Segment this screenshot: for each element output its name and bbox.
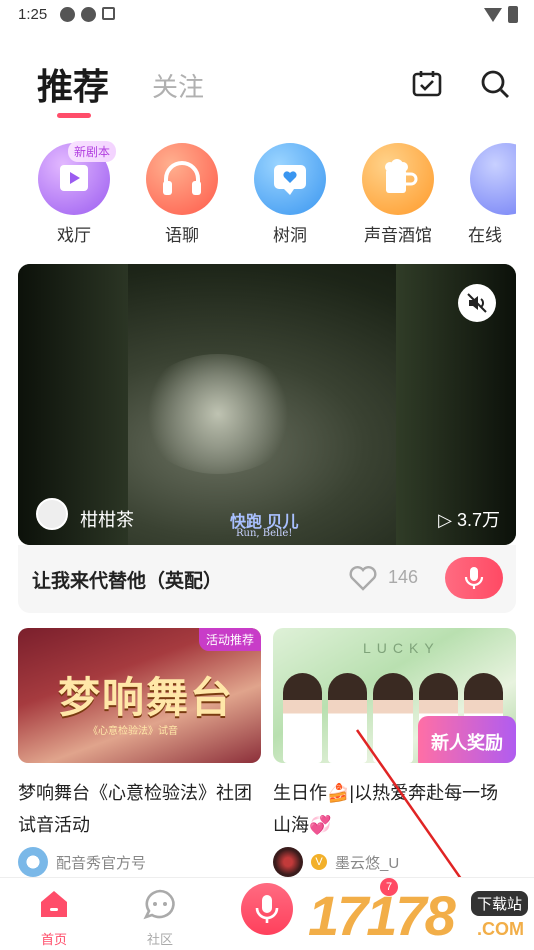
microphone-icon bbox=[255, 895, 279, 923]
avatar bbox=[273, 847, 303, 877]
avatar bbox=[18, 847, 48, 877]
status-bar: 1:25 bbox=[0, 0, 534, 30]
thumb-title: 梦响舞台 bbox=[58, 673, 235, 722]
video-frame-left bbox=[18, 264, 128, 545]
thumb-subtitle: 《心意检验法》试音 bbox=[88, 726, 178, 737]
watermark-domain: .COM bbox=[477, 919, 524, 939]
search-icon[interactable] bbox=[480, 69, 510, 99]
nav-home[interactable]: 首页 bbox=[14, 888, 94, 948]
status-time: 1:25 bbox=[18, 6, 48, 23]
microphone-icon bbox=[464, 567, 484, 589]
category-label: 语聊 bbox=[165, 226, 199, 245]
feed-title: 梦响舞台《心意检验法》社团试音活动 bbox=[18, 783, 252, 835]
author-name: 配音秀官方号 bbox=[56, 854, 147, 872]
beer-icon bbox=[362, 143, 434, 215]
feed-thumbnail: 梦响舞台 《心意检验法》试音 活动推荐 bbox=[18, 628, 261, 763]
feed-author[interactable]: 配音秀官方号 bbox=[18, 847, 261, 877]
battery-icon bbox=[508, 6, 518, 23]
video-smoke bbox=[138, 354, 298, 474]
new-script-badge: 新剧本 bbox=[68, 141, 117, 162]
video-subtitle-en: Run, Belle! bbox=[236, 528, 293, 539]
like-count: 146 bbox=[388, 567, 419, 587]
notification-icon bbox=[102, 7, 115, 20]
featured-video[interactable]: 柑柑茶 快跑 贝儿 Run, Belle! ▷ 3.7万 bbox=[18, 264, 516, 545]
chat-bubble-icon bbox=[143, 889, 175, 920]
nav-label: 社区 bbox=[146, 932, 173, 947]
notification-icon bbox=[60, 7, 75, 22]
category-voice-tavern[interactable]: 声音酒馆 bbox=[348, 143, 448, 246]
speaker-muted-icon bbox=[467, 293, 487, 313]
play-count: ▷ 3.7万 bbox=[438, 510, 500, 530]
home-icon bbox=[41, 891, 67, 917]
category-voice-chat[interactable]: 语聊 bbox=[132, 143, 232, 246]
tab-recommend[interactable]: 推荐 bbox=[37, 58, 109, 110]
wifi-icon bbox=[484, 7, 502, 22]
category-label: 戏厅 bbox=[57, 226, 91, 245]
category-label: 树洞 bbox=[273, 226, 307, 245]
record-button[interactable] bbox=[241, 883, 293, 935]
status-notification-icons bbox=[60, 7, 115, 22]
category-label: 在线 bbox=[468, 226, 502, 245]
category-theater[interactable]: 新剧本 戏厅 bbox=[24, 141, 124, 246]
video-frame-right bbox=[396, 264, 516, 545]
category-row: 新剧本 戏厅 语聊 树洞 声音酒馆 在线 bbox=[0, 141, 534, 246]
headphones-icon bbox=[146, 143, 218, 215]
category-online[interactable]: 在线 bbox=[456, 143, 516, 246]
thumb-title: LUCKY bbox=[363, 640, 440, 656]
heart-icon[interactable] bbox=[348, 563, 378, 591]
watermark-download: 下载站 bbox=[470, 891, 528, 916]
nav-community[interactable]: 社区 bbox=[120, 888, 200, 948]
notification-icon bbox=[81, 7, 96, 22]
top-header: 推荐 关注 bbox=[0, 55, 534, 125]
feed-card[interactable]: 梦响舞台 《心意检验法》试音 活动推荐 梦响舞台《心意检验法》社团试音活动 配音… bbox=[18, 628, 261, 877]
video-info-bar: 让我来代替他（英配） 146 bbox=[18, 545, 516, 613]
nav-label: 首页 bbox=[40, 932, 67, 947]
category-label: 声音酒馆 bbox=[364, 226, 432, 245]
avatar[interactable] bbox=[36, 498, 68, 530]
heart-chat-icon bbox=[254, 143, 326, 215]
online-icon bbox=[470, 143, 516, 215]
activity-tag: 活动推荐 bbox=[198, 628, 261, 651]
person bbox=[283, 673, 323, 763]
mute-button[interactable] bbox=[458, 284, 496, 322]
dub-button[interactable] bbox=[445, 557, 503, 599]
tab-indicator bbox=[57, 113, 91, 118]
tab-follow[interactable]: 关注 bbox=[152, 67, 204, 104]
video-title[interactable]: 让我来代替他（英配） bbox=[32, 566, 222, 593]
watermark-number: 17178 bbox=[308, 884, 456, 947]
verified-badge-icon: V bbox=[311, 854, 327, 870]
calendar-checkin-icon[interactable] bbox=[412, 69, 442, 97]
category-treehole[interactable]: 树洞 bbox=[240, 143, 340, 246]
site-watermark: 17178 下载站 .COM bbox=[308, 875, 534, 950]
video-username[interactable]: 柑柑茶 bbox=[80, 506, 134, 532]
